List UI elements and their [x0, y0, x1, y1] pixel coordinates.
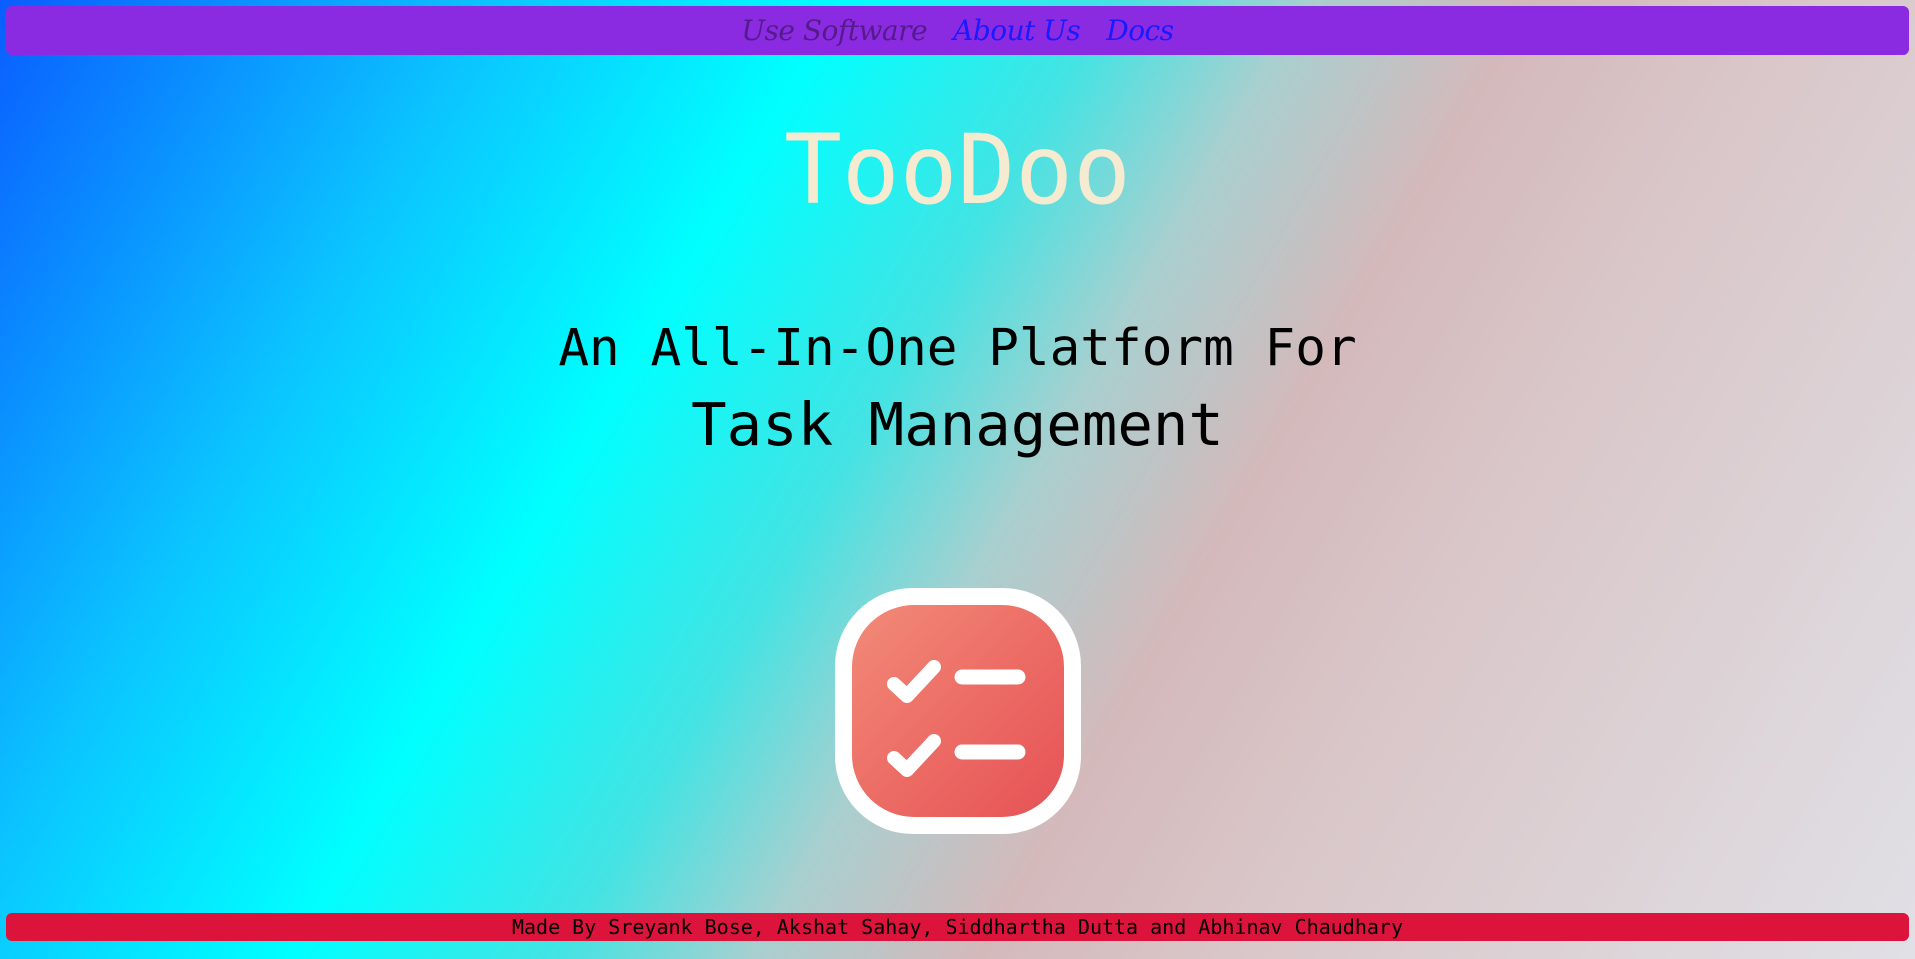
check-mark-1 — [887, 660, 941, 703]
tagline-line-2: Task Management — [691, 390, 1224, 459]
footer-credits: Made By Sreyank Bose, Akshat Sahay, Sidd… — [511, 915, 1404, 939]
app-title: TooDoo — [784, 114, 1131, 226]
nav-link-docs[interactable]: Docs — [1106, 14, 1174, 47]
nav-link-use-software[interactable]: Use Software — [741, 14, 927, 47]
app-logo — [835, 588, 1081, 834]
nav-link-about-us[interactable]: About Us — [953, 14, 1081, 47]
tagline-line-1: An All-In-One Platform For — [558, 319, 1357, 378]
footer-credits-bar: Made By Sreyank Bose, Akshat Sahay, Sidd… — [6, 913, 1909, 941]
check-mark-2 — [887, 734, 941, 777]
checklist-icon — [887, 660, 1026, 777]
top-navbar: Use Software About Us Docs — [6, 6, 1909, 55]
